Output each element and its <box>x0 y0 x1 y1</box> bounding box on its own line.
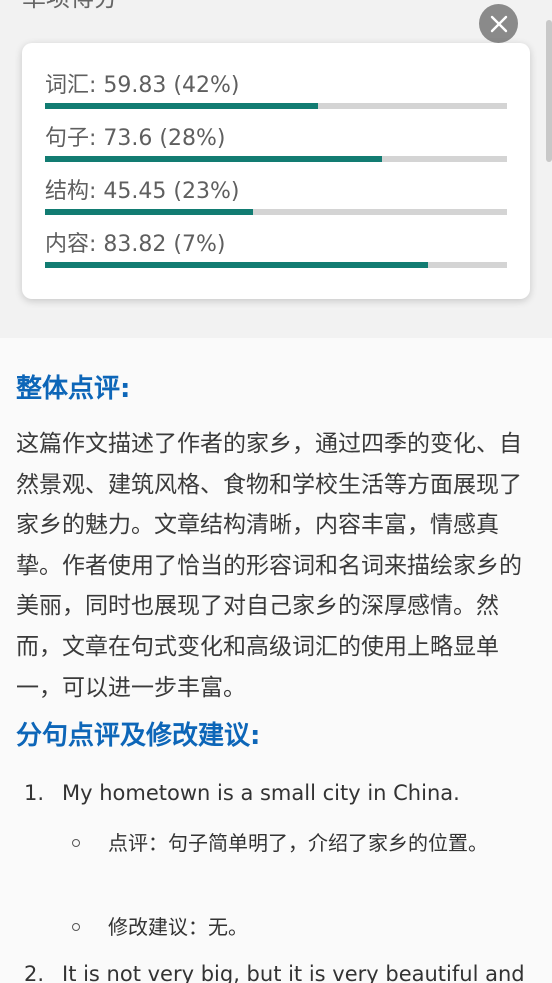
close-button[interactable] <box>479 4 518 43</box>
score-row-content: 内容: 83.82 (7%) <box>45 226 507 270</box>
list-number: 1. <box>24 781 45 805</box>
overall-heading: 整体点评: <box>16 374 131 404</box>
panel-title: 单项得分 <box>22 0 118 13</box>
sentence-review-heading: 分句点评及修改建议: <box>16 721 261 751</box>
score-label: 词汇: 59.83 (42%) <box>45 73 240 98</box>
score-bar-fill <box>45 262 429 268</box>
score-bar-track <box>45 103 507 109</box>
sentence-suggestion: 修改建议：无。 <box>72 910 492 944</box>
score-label: 结构: 45.45 (23%) <box>45 179 240 204</box>
sentence-text: My hometown is a small city in China. <box>62 781 460 805</box>
score-bar-fill <box>45 156 383 162</box>
score-row-sentence: 句子: 73.6 (28%) <box>45 120 507 164</box>
score-bar-track <box>45 262 507 268</box>
score-card: 词汇: 59.83 (42%) 句子: 73.6 (28%) 结构: 45.45… <box>22 43 530 299</box>
score-label: 内容: 83.82 (7%) <box>45 232 226 257</box>
score-bar-track <box>45 156 507 162</box>
score-row-structure: 结构: 45.45 (23%) <box>45 173 507 217</box>
score-panel: 单项得分 词汇: 59.83 (42%) 句子: 73.6 (28%) <box>0 0 552 338</box>
comment-text: 点评：句子简单明了，介绍了家乡的位置。 <box>108 831 488 855</box>
circle-bullet-icon <box>72 923 80 931</box>
scrollbar[interactable] <box>546 20 552 162</box>
list-item: 1. My hometown is a small city in China. <box>16 781 460 805</box>
score-bar-track <box>45 209 507 215</box>
suggestion-text: 修改建议：无。 <box>108 915 248 939</box>
score-label: 句子: 73.6 (28%) <box>45 126 226 151</box>
score-row-vocabulary: 词汇: 59.83 (42%) <box>45 67 507 111</box>
overall-comment: 这篇作文描述了作者的家乡，通过四季的变化、自然景观、建筑风格、食物和学校生活等方… <box>16 431 522 701</box>
list-item: 2. It is not very big, but it is very bea… <box>16 962 525 983</box>
close-icon <box>490 15 507 32</box>
sentence-comment: 点评：句子简单明了，介绍了家乡的位置。 <box>72 826 492 860</box>
score-bar-fill <box>45 209 253 215</box>
score-bar-fill <box>45 103 318 109</box>
sentence-text: It is not very big, but it is very beaut… <box>62 962 525 983</box>
list-number: 2. <box>24 962 45 983</box>
review-content: 整体点评: 这篇作文描述了作者的家乡，通过四季的变化、自然景观、建筑风格、食物和… <box>0 338 552 983</box>
app-page: 单项得分 词汇: 59.83 (42%) 句子: 73.6 (28%) <box>0 0 552 983</box>
circle-bullet-icon <box>72 839 80 847</box>
